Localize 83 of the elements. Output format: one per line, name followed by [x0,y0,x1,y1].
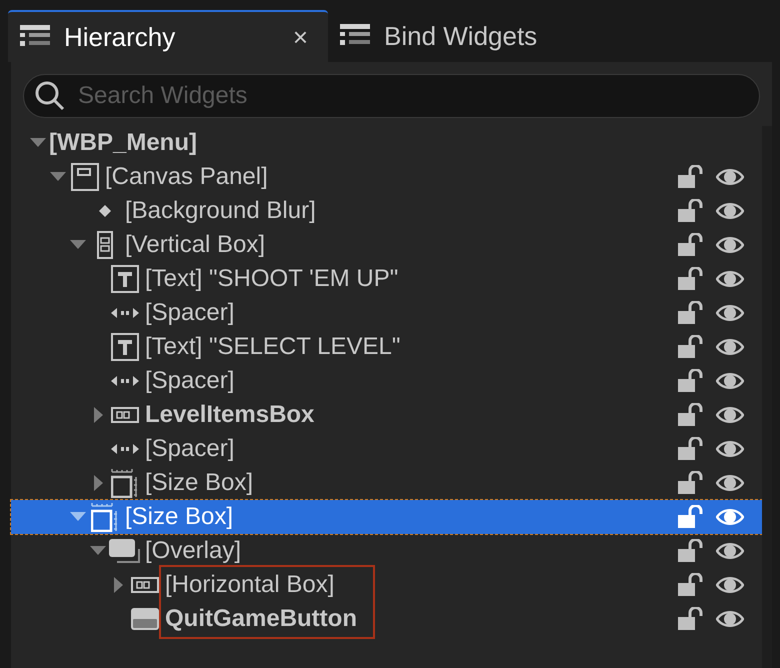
button-icon [131,608,159,630]
tree-row[interactable]: [Overlay] [11,534,762,568]
eye-icon[interactable] [716,371,744,391]
unlock-icon[interactable] [678,539,704,563]
tab[interactable]: Bind Widgets [328,10,628,62]
eye-icon[interactable] [716,507,744,527]
tab-label: Hierarchy [64,20,176,54]
search-field[interactable]: Search Widgets [23,74,760,118]
list-icon [340,24,370,48]
overlay-icon [109,539,141,563]
eye-icon[interactable] [716,609,744,629]
widget-label: [Text] "SELECT LEVEL" [145,335,400,359]
search-icon [34,80,66,112]
widget-label: [Size Box] [125,505,234,529]
spacer-icon [111,307,139,319]
tree-row[interactable]: QuitGameButton [11,602,762,636]
diamond-icon [99,205,111,217]
text-icon [111,333,139,361]
vertical-box-icon [97,231,113,259]
unlock-icon[interactable] [678,233,704,257]
tree-row[interactable]: [Spacer] [11,432,762,466]
eye-icon[interactable] [716,439,744,459]
tree-row[interactable]: [Text] "SHOOT 'EM UP" [11,262,762,296]
unlock-icon[interactable] [678,573,704,597]
tree-row[interactable]: [Size Box] [11,466,762,500]
widget-label: [Canvas Panel] [105,165,268,189]
eye-icon[interactable] [716,337,744,357]
tree-row[interactable]: [Vertical Box] [11,228,762,262]
tree-row[interactable]: LevelItemsBox [11,398,762,432]
eye-icon[interactable] [716,405,744,425]
widget-label: [Spacer] [145,369,234,393]
horizontal-box-icon [111,407,139,423]
widget-label: [Background Blur] [125,199,316,223]
list-icon [20,25,50,49]
scrollbar-track[interactable] [762,126,772,668]
eye-icon[interactable] [716,269,744,289]
unlock-icon[interactable] [678,301,704,325]
widget-label: [Overlay] [145,539,242,563]
unlock-icon[interactable] [678,369,704,393]
unlock-icon[interactable] [678,607,704,631]
widget-label: [Spacer] [145,301,234,325]
size-box-icon [111,468,139,498]
size-box-icon [91,502,119,532]
tree-row[interactable]: [Canvas Panel] [11,160,762,194]
spacer-icon [111,443,139,455]
horizontal-box-icon [131,577,159,593]
eye-icon[interactable] [716,201,744,221]
tree-row[interactable]: [WBP_Menu] [11,126,762,160]
eye-icon[interactable] [716,575,744,595]
close-button[interactable]: × [284,24,316,50]
unlock-icon[interactable] [678,471,704,495]
tree-row[interactable]: [Size Box] [11,500,762,534]
tree-row[interactable]: [Background Blur] [11,194,762,228]
eye-icon[interactable] [716,473,744,493]
tree-row[interactable]: [Spacer] [11,296,762,330]
eye-icon[interactable] [716,167,744,187]
unlock-icon[interactable] [678,267,704,291]
tree-row[interactable]: [Text] "SELECT LEVEL" [11,330,762,364]
widget-label: [Spacer] [145,437,234,461]
unlock-icon[interactable] [678,165,704,189]
widget-label: [Text] "SHOOT 'EM UP" [145,267,398,291]
eye-icon[interactable] [716,235,744,255]
search-input[interactable]: Search Widgets [78,78,749,114]
unlock-icon[interactable] [678,335,704,359]
widget-label: [WBP_Menu] [49,131,197,155]
panel-icon [71,163,99,191]
widget-label: LevelItemsBox [145,403,314,427]
unlock-icon[interactable] [678,437,704,461]
unlock-icon[interactable] [678,403,704,427]
widget-label: QuitGameButton [165,607,357,631]
text-icon [111,265,139,293]
tree-row[interactable]: [Horizontal Box] [11,568,762,602]
unlock-icon[interactable] [678,199,704,223]
eye-icon[interactable] [716,303,744,323]
unlock-icon[interactable] [678,505,704,529]
eye-icon[interactable] [716,541,744,561]
tab-label: Bind Widgets [384,20,538,52]
tree-row[interactable]: [Spacer] [11,364,762,398]
widget-label: [Horizontal Box] [165,573,334,597]
widget-label: [Size Box] [145,471,254,495]
spacer-icon [111,375,139,387]
tab[interactable]: Hierarchy × [8,10,328,62]
widget-label: [Vertical Box] [125,233,266,257]
